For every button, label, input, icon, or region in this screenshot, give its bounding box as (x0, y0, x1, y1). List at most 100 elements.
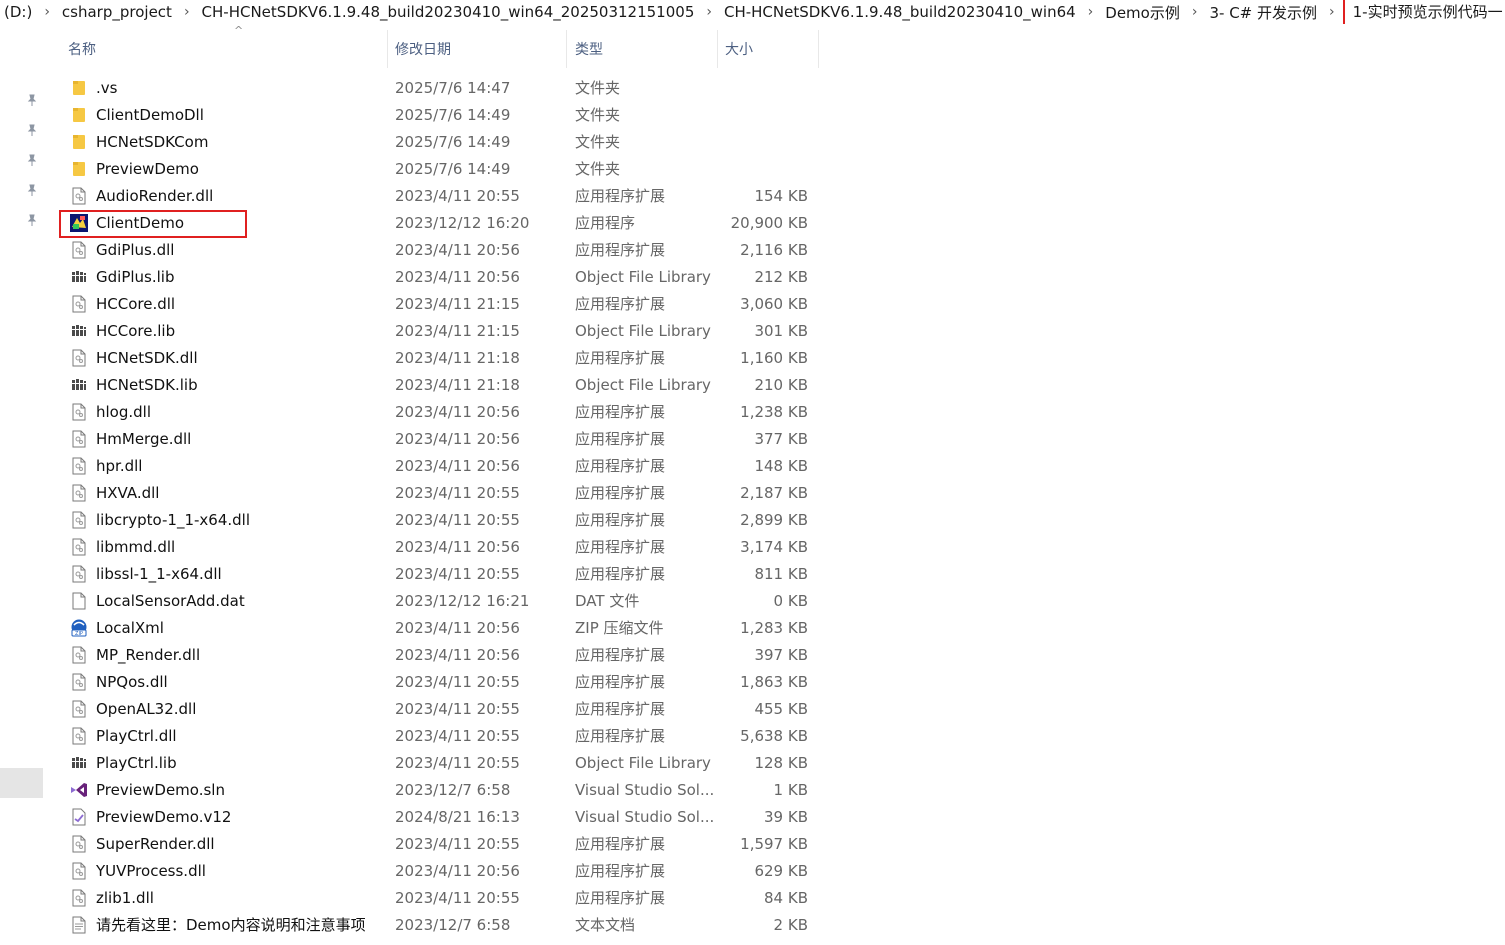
file-name: PreviewDemo.sln (96, 781, 225, 799)
dll-icon (70, 889, 88, 907)
pin-icon[interactable] (24, 182, 40, 198)
file-row[interactable]: libmmd.dll 2023/4/11 20:56 应用程序扩展 3,174 KB (46, 534, 820, 561)
file-name: .vs (96, 79, 118, 97)
pin-icon[interactable] (24, 92, 40, 108)
file-row[interactable]: HCCore.dll 2023/4/11 21:15 应用程序扩展 3,060 KB (46, 291, 820, 318)
file-type: 应用程序扩展 (575, 430, 666, 448)
lib-icon (70, 322, 88, 340)
file-type: 文本文档 (575, 916, 636, 934)
file-row[interactable]: HXVA.dll 2023/4/11 20:55 应用程序扩展 2,187 KB (46, 480, 820, 507)
file-row[interactable]: HCCore.lib 2023/4/11 21:15 Object File Lib… (46, 318, 820, 345)
file-row[interactable]: OpenAL32.dll 2023/4/11 20:55 应用程序扩展 455 KB (46, 696, 820, 723)
file-row[interactable]: PreviewDemo.v12 2024/8/21 16:13 Visual Stu… (46, 804, 820, 831)
dll-icon (70, 700, 88, 718)
column-header-date[interactable]: 修改日期 (389, 30, 567, 68)
file-row[interactable]: hpr.dll 2023/4/11 20:56 应用程序扩展 148 KB (46, 453, 820, 480)
file-date: 2023/4/11 20:56 (395, 862, 520, 880)
file-name: YUVProcess.dll (96, 862, 206, 880)
breadcrumb-demo[interactable]: Demo示例 (1101, 2, 1184, 23)
file-row[interactable]: .vs 2025/7/6 14:47 文件夹 (46, 75, 820, 102)
file-type: ZIP 压缩文件 (575, 619, 664, 637)
file-type: Object File Library (575, 322, 711, 340)
file-row[interactable]: HCNetSDK.lib 2023/4/11 21:18 Object File L… (46, 372, 820, 399)
file-row[interactable]: AudioRender.dll 2023/4/11 20:55 应用程序扩展 154 … (46, 183, 820, 210)
pin-icon[interactable] (24, 212, 40, 228)
file-size: 2,899 KB (740, 511, 808, 529)
file-row[interactable]: PlayCtrl.dll 2023/4/11 20:55 应用程序扩展 5,638 K… (46, 723, 820, 750)
column-header-type-label: 类型 (575, 42, 603, 58)
file-row[interactable]: PlayCtrl.lib 2023/4/11 20:55 Object File L… (46, 750, 820, 777)
dll-icon (70, 457, 88, 475)
file-date: 2023/4/11 20:56 (395, 646, 520, 664)
chevron-right-icon[interactable]: › (176, 4, 198, 20)
breadcrumb-csharp-project[interactable]: csharp_project (58, 3, 176, 21)
dll-icon (70, 565, 88, 583)
pin-icon[interactable] (24, 122, 40, 138)
file-row[interactable]: ClientDemo 2023/12/12 16:20 应用程序 20,900 KB (46, 210, 820, 238)
file-row[interactable]: PreviewDemo 2025/7/6 14:49 文件夹 (46, 156, 820, 183)
file-date: 2023/4/11 20:55 (395, 673, 520, 691)
lib-icon (70, 376, 88, 394)
file-row[interactable]: NPQos.dll 2023/4/11 20:55 应用程序扩展 1,863 KB (46, 669, 820, 696)
chevron-right-icon[interactable]: › (698, 4, 720, 20)
file-name: libcrypto-1_1-x64.dll (96, 511, 251, 529)
column-header-name[interactable]: ^ 名称 (62, 24, 388, 68)
nav-selected-item[interactable] (0, 768, 43, 798)
breadcrumb-sdk-folder[interactable]: CH-HCNetSDKV6.1.9.48_build20230410_win64 (720, 3, 1080, 21)
column-header-size[interactable]: 大小 (719, 30, 819, 68)
file-row[interactable]: ZIP LocalXml 2023/4/11 20:56 ZIP 压缩文件 1,283 … (46, 615, 820, 642)
file-size (722, 156, 808, 183)
file-size: 154 KB (754, 187, 808, 205)
file-row[interactable]: 请先看这里：Demo内容说明和注意事项 2023/12/7 6:58 文本文档 2 K… (46, 912, 820, 939)
file-row[interactable]: GdiPlus.dll 2023/4/11 20:56 应用程序扩展 2,116 KB (46, 237, 820, 264)
file-row[interactable]: HCNetSDK.dll 2023/4/11 21:18 应用程序扩展 1,160 K… (46, 345, 820, 372)
file-size: 1,597 KB (740, 835, 808, 853)
dll-icon (70, 295, 88, 313)
breadcrumb-sdk-package[interactable]: CH-HCNetSDKV6.1.9.48_build20230410_win64… (198, 3, 699, 21)
file-size: 210 KB (754, 376, 808, 394)
file-date: 2023/12/7 6:58 (395, 781, 511, 799)
blank-file-icon (70, 592, 88, 610)
file-name: hlog.dll (96, 403, 151, 421)
column-header-type[interactable]: 类型 (569, 30, 718, 68)
svg-text:ZIP: ZIP (75, 631, 83, 637)
file-size: 212 KB (754, 268, 808, 286)
file-row[interactable]: LocalSensorAdd.dat 2023/12/12 16:21 DAT 文件… (46, 588, 820, 615)
file-row[interactable]: ClientDemoDll 2025/7/6 14:49 文件夹 (46, 102, 820, 129)
file-row[interactable]: libcrypto-1_1-x64.dll 2023/4/11 20:55 应用程序… (46, 507, 820, 534)
file-row[interactable]: libssl-1_1-x64.dll 2023/4/11 20:55 应用程序扩展 8… (46, 561, 820, 588)
breadcrumb-current-folder[interactable]: 1-实时预览示例代码一 (1342, 0, 1505, 24)
chevron-right-icon[interactable]: › (1080, 4, 1102, 20)
file-name: ClientDemoDll (96, 106, 204, 124)
breadcrumb-drive[interactable]: (D:) (0, 3, 36, 21)
file-name: HCNetSDK.lib (96, 376, 198, 394)
file-row[interactable]: MP_Render.dll 2023/4/11 20:56 应用程序扩展 397 KB (46, 642, 820, 669)
file-size (722, 129, 808, 156)
file-row[interactable]: HmMerge.dll 2023/4/11 20:56 应用程序扩展 377 KB (46, 426, 820, 453)
dll-icon (70, 484, 88, 502)
file-row[interactable]: SuperRender.dll 2023/4/11 20:55 应用程序扩展 1,59… (46, 831, 820, 858)
file-size: 1,160 KB (740, 349, 808, 367)
file-name: MP_Render.dll (96, 646, 201, 664)
file-size: 1,283 KB (740, 619, 808, 637)
breadcrumb-csharp-demo[interactable]: 3- C# 开发示例 (1205, 2, 1321, 23)
file-date: 2023/4/11 20:55 (395, 727, 520, 745)
file-size: 455 KB (754, 700, 808, 718)
file-date: 2023/4/11 20:55 (395, 754, 520, 772)
file-row[interactable]: GdiPlus.lib 2023/4/11 20:56 Object File Li… (46, 264, 820, 291)
file-row[interactable]: YUVProcess.dll 2023/4/11 20:56 应用程序扩展 629 K… (46, 858, 820, 885)
dll-icon (70, 538, 88, 556)
chevron-right-icon[interactable]: › (36, 4, 58, 20)
file-type: 文件夹 (575, 160, 621, 178)
dll-icon (70, 835, 88, 853)
file-row[interactable]: hlog.dll 2023/4/11 20:56 应用程序扩展 1,238 KB (46, 399, 820, 426)
file-name: HCCore.lib (96, 322, 176, 340)
pin-icon[interactable] (24, 152, 40, 168)
file-type: 文件夹 (575, 79, 621, 97)
dll-icon (70, 511, 88, 529)
chevron-right-icon[interactable]: › (1184, 4, 1206, 20)
file-row[interactable]: zlib1.dll 2023/4/11 20:55 应用程序扩展 84 KB (46, 885, 820, 912)
file-row[interactable]: HCNetSDKCom 2025/7/6 14:49 文件夹 (46, 129, 820, 156)
chevron-right-icon[interactable]: › (1321, 4, 1343, 20)
file-row[interactable]: PreviewDemo.sln 2023/12/7 6:58 Visual Stud… (46, 777, 820, 804)
